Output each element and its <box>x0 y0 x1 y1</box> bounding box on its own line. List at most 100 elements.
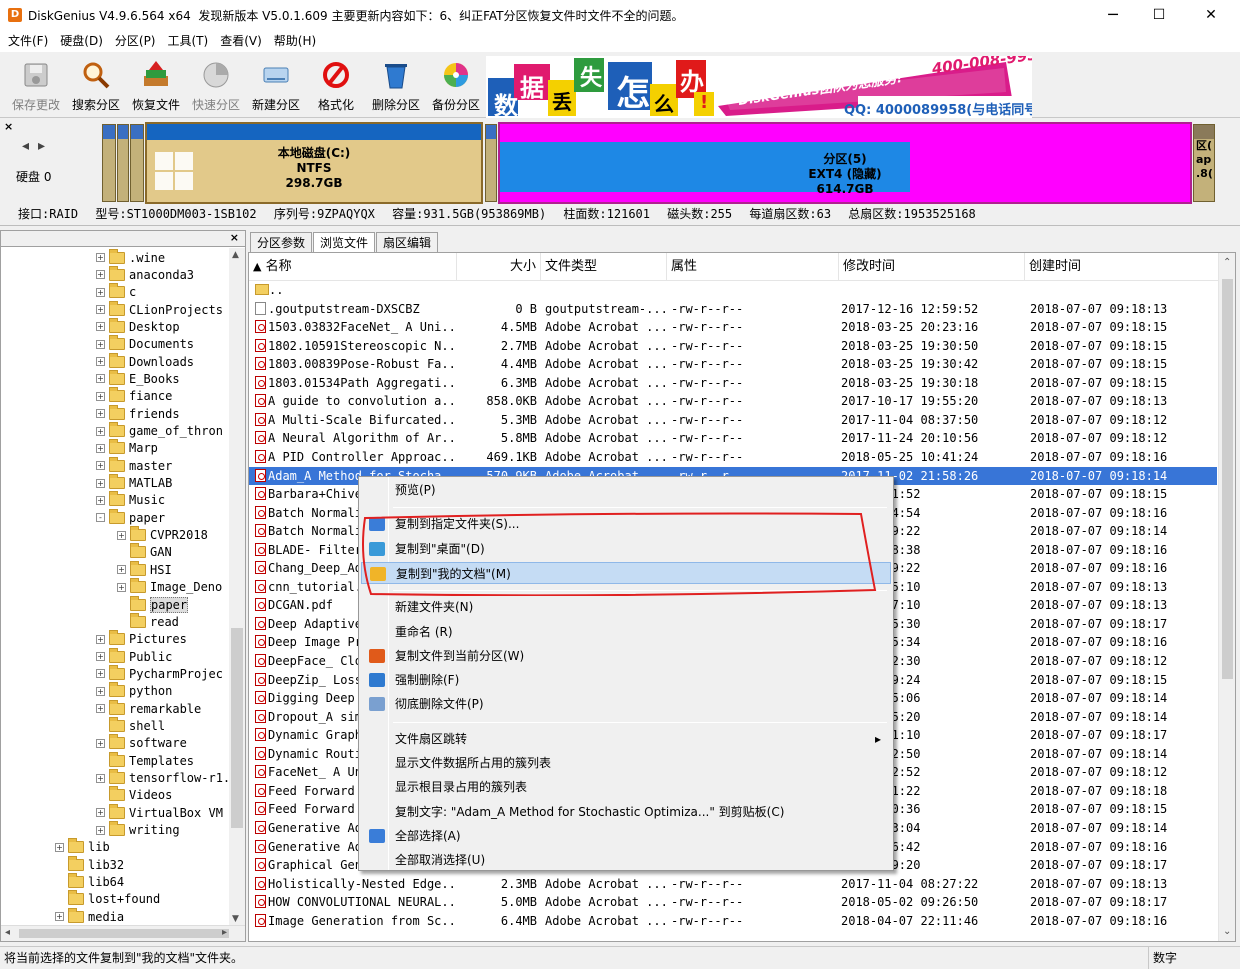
tree-horizontal-scrollbar[interactable]: ◂ ▸ <box>1 925 245 941</box>
context-menu-item[interactable]: 全部选择(A) <box>361 825 891 847</box>
tree-item[interactable]: GAN <box>117 543 172 561</box>
scroll-down-icon[interactable]: ▼ <box>232 914 239 924</box>
tree-item[interactable]: + fiance <box>96 387 172 405</box>
tree-item[interactable]: + python <box>96 682 172 700</box>
maximize-button[interactable]: ☐ <box>1136 0 1182 30</box>
tree-item[interactable]: lib64 <box>55 873 124 891</box>
context-menu-item[interactable]: 强制删除(F) <box>361 669 891 691</box>
quick-partition-button[interactable]: 快速分区 <box>186 56 246 116</box>
tree-item[interactable]: + Downloads <box>96 352 194 370</box>
disk-prev-arrow-icon[interactable]: ◂ <box>22 138 29 154</box>
expand-icon[interactable]: + <box>96 808 105 818</box>
table-row[interactable]: 1803.00839Pose-Robust Fa... 4.4MB Adobe Ac… <box>249 355 1217 374</box>
column-type[interactable]: 文件类型 <box>541 253 667 281</box>
menu-file[interactable]: 文件(F) <box>2 30 54 52</box>
scroll-right-icon[interactable]: ▸ <box>222 927 227 938</box>
tree-item[interactable]: lib32 <box>55 855 124 873</box>
new-partition-button[interactable]: 新建分区 <box>246 56 306 116</box>
menu-tools[interactable]: 工具(T) <box>162 30 215 52</box>
tree-scroll-thumb[interactable] <box>231 628 243 828</box>
backup-partition-button[interactable]: 备份分区 <box>426 56 486 116</box>
expand-icon[interactable]: + <box>96 704 105 714</box>
tree-item[interactable]: + E_Books <box>96 369 180 387</box>
tab-sector-editor[interactable]: 扇区编辑 <box>376 232 439 252</box>
expand-icon[interactable]: + <box>96 634 105 644</box>
tree-item[interactable]: + writing <box>96 821 180 839</box>
expand-icon[interactable]: + <box>96 374 105 384</box>
table-row[interactable]: .. <box>249 281 1217 300</box>
tree-item[interactable]: + c <box>96 283 136 301</box>
partition-c[interactable]: 本地磁盘(C:) NTFS 298.7GB <box>145 122 483 204</box>
tree-item[interactable]: - paper <box>96 508 165 526</box>
tree-item[interactable]: + CLionProjects <box>96 300 223 318</box>
tree-item[interactable]: lost+found <box>55 890 160 908</box>
recover-files-button[interactable]: 恢复文件 <box>126 56 186 116</box>
tree-item[interactable]: + software <box>96 734 187 752</box>
expand-icon[interactable]: + <box>96 773 105 783</box>
table-row[interactable]: .goutputstream-DXSCBZ 0 B goutputstream-..… <box>249 300 1217 319</box>
close-button[interactable]: ✕ <box>1188 0 1234 30</box>
partition-small-4[interactable] <box>485 124 497 202</box>
expand-icon[interactable]: + <box>96 461 105 471</box>
scroll-left-icon[interactable]: ◂ <box>5 927 10 938</box>
expand-icon[interactable]: + <box>96 253 105 262</box>
expand-icon[interactable]: + <box>96 478 105 488</box>
table-row[interactable]: A Neural Algorithm of Ar... 5.8MB Adobe Ac… <box>249 429 1217 448</box>
expand-icon[interactable]: + <box>96 391 105 401</box>
context-menu-item[interactable]: 重命名 (R) <box>361 621 891 643</box>
tab-browse-files[interactable]: 浏览文件 <box>313 232 376 252</box>
table-row[interactable]: A guide to convolution a... 858.0KB Adobe … <box>249 392 1217 411</box>
expand-icon[interactable]: + <box>96 287 105 297</box>
column-attributes[interactable]: 属性 <box>667 253 839 281</box>
tab-partition-params[interactable]: 分区参数 <box>250 232 313 252</box>
minimize-button[interactable]: ─ <box>1090 0 1136 30</box>
tree-item[interactable]: + Music <box>96 491 165 509</box>
column-modified[interactable]: 修改时间 <box>839 253 1025 281</box>
tree-item[interactable]: + .wine <box>96 248 165 266</box>
file-vertical-scrollbar[interactable]: ⌃ ⌄ <box>1218 253 1235 941</box>
menu-partition[interactable]: 分区(P) <box>109 30 162 52</box>
menu-help[interactable]: 帮助(H) <box>268 30 322 52</box>
tree-item[interactable]: + anaconda3 <box>96 265 194 283</box>
column-size[interactable]: 大小 <box>457 253 541 281</box>
context-menu-item[interactable]: 全部取消选择(U) <box>361 849 891 871</box>
tree-vertical-scrollbar[interactable]: ▲ ▼ <box>229 248 245 926</box>
expand-icon[interactable]: + <box>96 305 105 315</box>
context-menu-item[interactable]: 预览(P) <box>361 479 891 501</box>
collapse-icon[interactable]: - <box>96 513 105 523</box>
context-menu-item[interactable]: 显示文件数据所占用的簇列表 <box>361 752 891 774</box>
table-row[interactable]: 1802.10591Stereoscopic N... 2.7MB Adobe Ac… <box>249 337 1217 356</box>
tree-item[interactable]: Templates <box>96 751 194 769</box>
expand-icon[interactable]: + <box>96 669 105 679</box>
expand-icon[interactable]: + <box>96 738 105 748</box>
expand-icon[interactable]: + <box>96 270 105 280</box>
expand-icon[interactable]: + <box>117 530 126 540</box>
tree-item[interactable]: + Public <box>96 647 172 665</box>
partition-small-2[interactable] <box>117 124 129 202</box>
tree-item[interactable]: read <box>117 612 179 630</box>
expand-icon[interactable]: + <box>96 322 105 332</box>
scroll-up-icon[interactable]: ⌃ <box>1223 257 1231 268</box>
table-row[interactable]: Image Generation from Sc... 6.4MB Adobe Ac… <box>249 912 1217 931</box>
disk-next-arrow-icon[interactable]: ▸ <box>38 138 45 154</box>
context-menu-item[interactable]: 复制文字: "Adam_A Method for Stochastic Opti… <box>361 801 891 823</box>
expand-icon[interactable]: + <box>96 443 105 453</box>
table-row[interactable]: A PID Controller Approac... 469.1KB Adobe … <box>249 448 1217 467</box>
tree-item[interactable]: + remarkable <box>96 699 201 717</box>
tree-item[interactable]: + Documents <box>96 335 194 353</box>
column-created[interactable]: 创建时间 <box>1025 253 1219 281</box>
tree-item[interactable]: + HSI <box>117 560 172 578</box>
expand-icon[interactable]: + <box>55 912 64 922</box>
tree-item[interactable]: Videos <box>96 786 172 804</box>
expand-icon[interactable]: + <box>117 582 126 592</box>
partition-last[interactable]: 区( ap .8( <box>1193 124 1215 202</box>
context-menu-item[interactable]: 文件扇区跳转 ▸ <box>361 728 891 750</box>
expand-icon[interactable]: + <box>96 357 105 367</box>
context-menu-item[interactable]: 显示根目录占用的簇列表 <box>361 776 891 798</box>
tree-item[interactable]: shell <box>96 716 165 734</box>
partition-small-3[interactable] <box>130 124 144 202</box>
tree-item[interactable]: + lib <box>55 838 110 856</box>
tree-item[interactable]: + VirtualBox VM <box>96 803 223 821</box>
menu-view[interactable]: 查看(V) <box>214 30 268 52</box>
expand-icon[interactable]: + <box>96 686 105 696</box>
